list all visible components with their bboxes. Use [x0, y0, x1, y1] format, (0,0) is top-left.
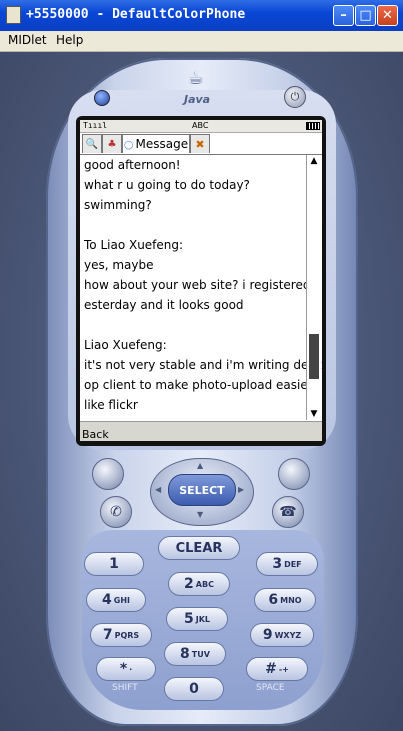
key-hash[interactable]: # -+ [246, 657, 308, 681]
message-line: yes, maybe [84, 258, 154, 272]
message-line: it's not very stable and i'm writing des… [84, 358, 322, 372]
power-button[interactable]: ⏻ [284, 86, 306, 108]
key-label: # [265, 661, 277, 677]
key-letters: MNO [280, 595, 302, 605]
chat-bubble-icon: ○ [123, 137, 134, 151]
scroll-down-icon[interactable]: ▼ [307, 408, 321, 420]
tab-message-label: Message [135, 137, 189, 151]
menu-midlet[interactable]: MIDlet [8, 33, 47, 47]
key-label: 4 [102, 592, 112, 608]
phone-call-icon: ✆ [110, 504, 122, 520]
key-label: 6 [268, 592, 279, 608]
key-label: 1 [109, 556, 119, 572]
message-line: good afternoon! [84, 158, 181, 172]
key-0[interactable]: 0 [164, 677, 224, 701]
app-icon [6, 6, 21, 24]
message-line: like flickr [84, 398, 138, 412]
key-label: * [119, 661, 128, 677]
hang-up-icon: ☎ [279, 504, 297, 520]
softkey-back-label[interactable]: Back [82, 428, 109, 441]
menu-help[interactable]: Help [56, 33, 83, 47]
key-letters: WXYZ [274, 630, 302, 640]
key-label: 9 [262, 627, 273, 643]
key-9[interactable]: 9 WXYZ [250, 623, 314, 647]
tab-search[interactable]: 🔍 [82, 134, 102, 153]
signal-icon: Tıııl [83, 121, 108, 130]
maximize-button[interactable]: □ [355, 5, 376, 26]
tab-contacts[interactable]: ♣ [102, 134, 122, 153]
key-label: 8 [180, 646, 190, 662]
right-soft-button[interactable] [278, 458, 310, 490]
key-letters: ABC [195, 579, 214, 589]
minimize-button[interactable]: – [333, 5, 354, 26]
window-title: +5550000 - DefaultColorPhone [26, 7, 246, 22]
key-8[interactable]: 8 TUV [164, 642, 226, 666]
status-bar: Tıııl ABC [80, 120, 322, 133]
tab-message[interactable]: ○ Message [122, 134, 190, 153]
key-label: 0 [189, 681, 199, 697]
message-line: esterday and it looks good [84, 298, 244, 312]
select-button[interactable]: SELECT [168, 474, 236, 506]
search-user-icon: 🔍 [85, 138, 99, 150]
key-letters: PQRS [114, 630, 140, 640]
message-line: how about your web site? i registered y [84, 278, 322, 292]
message-line: op client to make photo-upload easier [84, 378, 313, 392]
call-button[interactable]: ✆ [100, 496, 132, 528]
key-1[interactable]: 1 [84, 552, 144, 576]
key-letters: JKL [195, 614, 211, 624]
key-6[interactable]: 6 MNO [254, 588, 316, 612]
softkey-bar: Back [80, 421, 322, 441]
message-line: Liao Xuefeng: [84, 338, 167, 352]
key-7[interactable]: 7 PQRS [90, 623, 152, 647]
scrollbar[interactable]: ▲ ▼ [306, 155, 321, 420]
dpad-up-icon[interactable]: ▲ [197, 461, 203, 470]
space-caption: SPACE [256, 683, 285, 693]
end-call-button[interactable]: ☎ [272, 496, 304, 528]
dpad-left-icon[interactable]: ◀ [155, 485, 161, 494]
scroll-up-icon[interactable]: ▲ [307, 155, 321, 167]
close-button[interactable]: ✕ [377, 5, 398, 26]
message-text-area[interactable]: good afternoon! what r u going to do tod… [82, 155, 322, 420]
scroll-thumb[interactable] [309, 334, 319, 379]
key-4[interactable]: 4 GHI [86, 588, 146, 612]
indicator-led [94, 90, 110, 106]
key-letters: GHI [113, 595, 130, 605]
key-5[interactable]: 5 JKL [166, 607, 228, 631]
key-letters: TUV [191, 649, 210, 659]
java-logo-text: Java [184, 93, 211, 106]
input-mode: ABC [192, 121, 209, 130]
key-label: 5 [183, 611, 194, 627]
java-cup-icon: ☕ [188, 68, 205, 89]
tools-icon: ✖ [195, 137, 205, 151]
power-icon: ⏻ [290, 90, 300, 103]
contacts-icon: ♣ [107, 138, 117, 150]
phone-screen: Tıııl ABC 🔍 ♣ ○ Message ✖ good afternoon… [80, 120, 322, 441]
message-line: To Liao Xuefeng: [84, 238, 184, 252]
key-2[interactable]: 2 ABC [168, 572, 230, 596]
key-letters: · [129, 664, 133, 674]
key-letters: DEF [284, 559, 302, 569]
shift-caption: SHIFT [112, 683, 138, 693]
key-label: 3 [272, 556, 283, 572]
tab-tools[interactable]: ✖ [190, 134, 210, 153]
message-line: swimming? [84, 198, 152, 212]
key-3[interactable]: 3 DEF [256, 552, 318, 576]
battery-icon [306, 122, 320, 130]
left-soft-button[interactable] [92, 458, 124, 490]
key-label: 7 [102, 627, 113, 643]
tab-bar: 🔍 ♣ ○ Message ✖ [80, 133, 322, 155]
key-star[interactable]: * · [96, 657, 156, 681]
key-letters: -+ [278, 664, 289, 674]
dpad-down-icon[interactable]: ▼ [197, 510, 203, 519]
message-line: what r u going to do today? [84, 178, 250, 192]
clear-button[interactable]: CLEAR [158, 536, 240, 560]
key-label: 2 [184, 576, 194, 592]
dpad-right-icon[interactable]: ▶ [238, 485, 244, 494]
